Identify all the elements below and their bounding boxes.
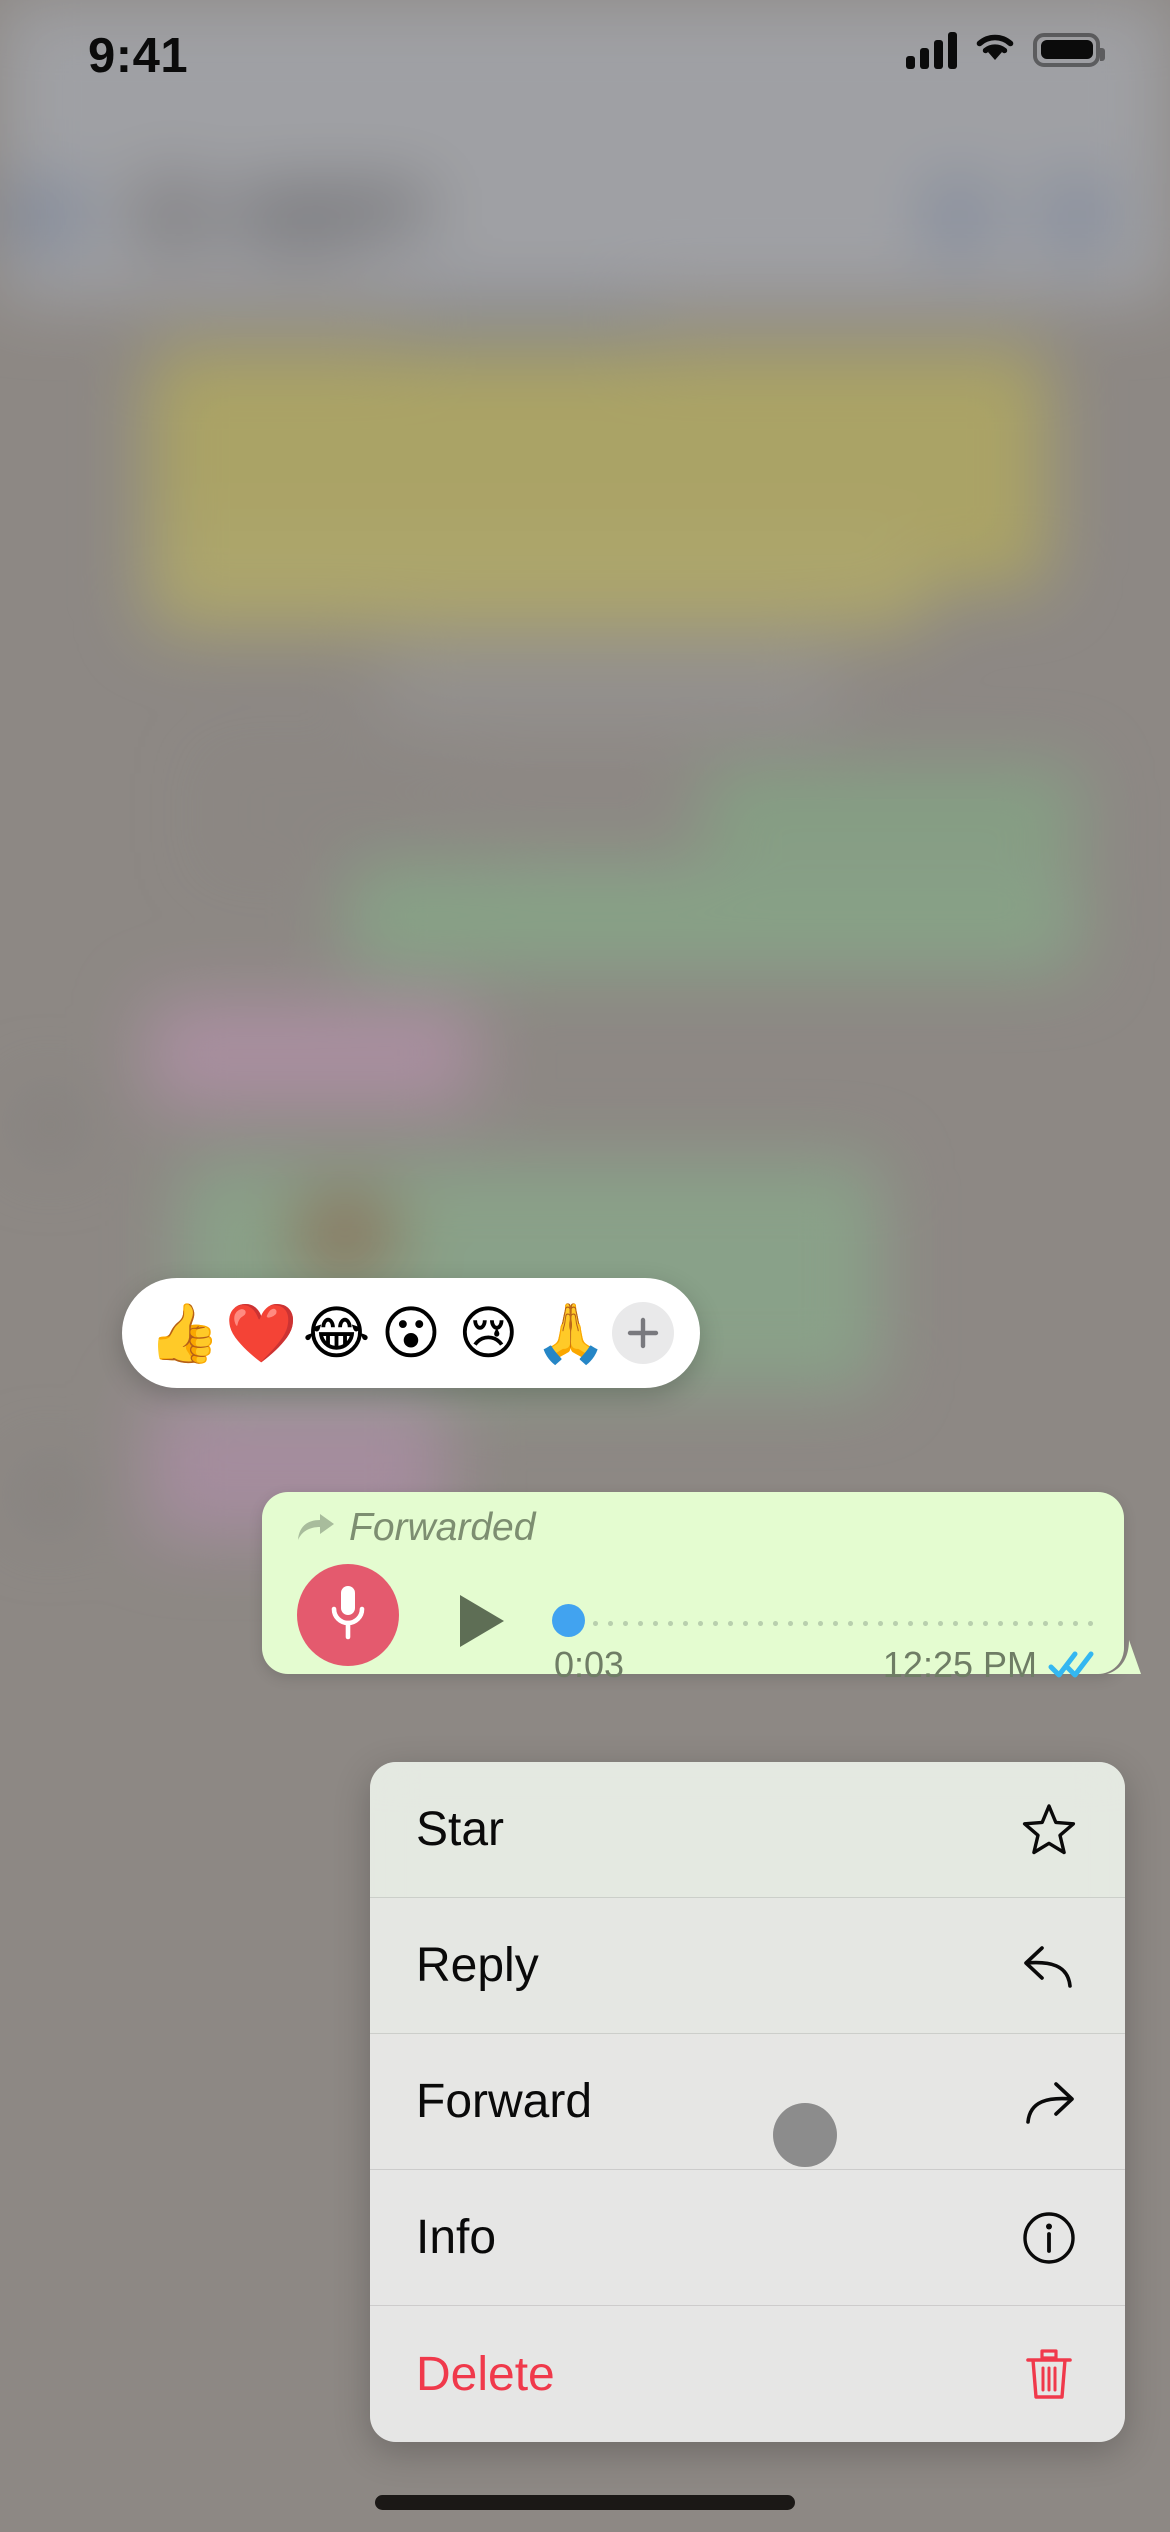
play-icon (456, 1592, 508, 1650)
trash-icon (1019, 2344, 1079, 2404)
forwarded-indicator: Forwarded (296, 1506, 535, 1550)
status-bar-time: 9:41 (88, 29, 189, 83)
voice-seek-track-dots (588, 1621, 1098, 1626)
plus-icon (625, 1315, 661, 1351)
context-menu-item-reply[interactable]: Reply (370, 1898, 1125, 2034)
reply-icon (1019, 1936, 1079, 1996)
context-menu-label-forward: Forward (416, 2075, 593, 2128)
context-menu-item-star[interactable]: Star (370, 1762, 1125, 1898)
status-bar: 9:41 (0, 0, 1170, 120)
context-menu-item-info[interactable]: Info (370, 2170, 1125, 2306)
context-menu-label-star: Star (416, 1803, 505, 1856)
reaction-folded-hands-icon[interactable]: 🙏 (535, 1304, 607, 1362)
cellular-signal-icon (906, 31, 957, 69)
forwarded-label: Forwarded (349, 1506, 536, 1549)
microphone-icon (324, 1581, 372, 1650)
touch-point-indicator (773, 2103, 837, 2167)
voice-message-meta: 12:25 PM (883, 1644, 1096, 1686)
context-menu-item-delete[interactable]: Delete (370, 2306, 1125, 2442)
context-menu-item-forward[interactable]: Forward (370, 2034, 1125, 2170)
read-receipt-double-check-icon (1048, 1649, 1096, 1681)
forward-icon (1019, 2072, 1079, 2132)
info-icon (1019, 2208, 1079, 2268)
voice-play-button[interactable] (456, 1592, 508, 1650)
voice-seek-thumb[interactable] (552, 1604, 585, 1637)
battery-icon (1033, 32, 1105, 67)
reaction-face-with-open-mouth-icon[interactable]: 😮 (380, 1304, 442, 1362)
wifi-icon (973, 30, 1017, 69)
emoji-reaction-bar[interactable]: 👍 ❤️ 😂 😮 😢 🙏 (122, 1278, 700, 1388)
star-icon (1019, 1800, 1079, 1860)
voice-sender-avatar (297, 1564, 399, 1666)
add-reaction-button[interactable] (611, 1302, 674, 1364)
voice-message-bubble[interactable]: Forwarded 0:03 12:25 PM (262, 1492, 1124, 1685)
home-indicator[interactable] (375, 2495, 795, 2510)
context-menu-label-reply: Reply (416, 1939, 539, 1992)
message-timestamp: 12:25 PM (882, 1644, 1037, 1685)
forward-arrow-icon (296, 1513, 336, 1543)
voice-duration-label: 0:03 (554, 1644, 625, 1685)
context-menu-label-delete: Delete (416, 2347, 555, 2401)
reaction-face-with-tears-of-joy-icon[interactable]: 😂 (303, 1304, 371, 1362)
context-menu-label-info: Info (416, 2211, 497, 2264)
reaction-thumbs-up-icon[interactable]: 👍 (148, 1304, 220, 1362)
voice-seek-bar[interactable] (552, 1604, 1098, 1637)
reaction-crying-face-icon[interactable]: 😢 (457, 1304, 519, 1362)
reaction-red-heart-icon[interactable]: ❤️ (225, 1304, 297, 1362)
status-bar-indicators (906, 30, 1105, 69)
message-context-menu[interactable]: Star Reply Forward Info Delete (370, 1762, 1125, 2442)
